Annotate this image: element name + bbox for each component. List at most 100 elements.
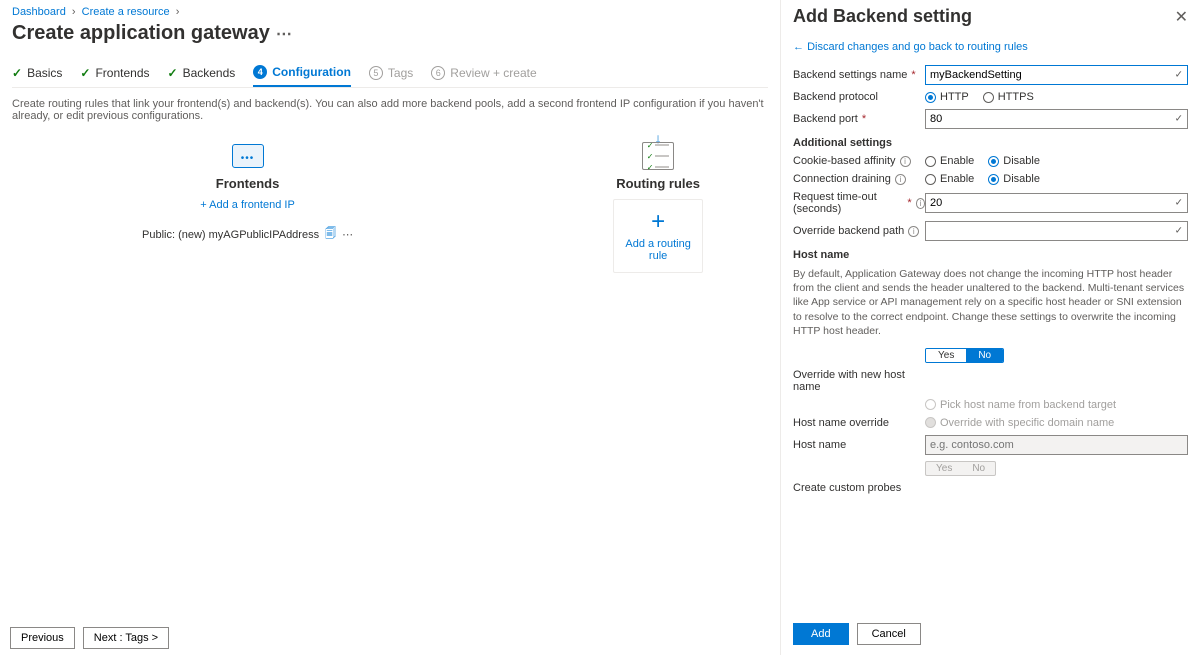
- frontend-public-row: Public: (new) myAGPublicIPAddress 🗐 ⋯: [142, 225, 353, 244]
- info-icon[interactable]: i: [908, 226, 919, 237]
- frontends-icon: [230, 140, 266, 172]
- radio-label: Enable: [940, 155, 974, 167]
- step-number-icon: 5: [369, 66, 383, 80]
- custom-probes-toggle: Yes No: [925, 461, 996, 476]
- breadcrumb-dashboard[interactable]: Dashboard: [12, 6, 66, 18]
- label-override-path: Override backend path: [793, 225, 904, 237]
- tab-basics[interactable]: ✓ Basics: [12, 59, 62, 87]
- backend-settings-name-input[interactable]: [925, 65, 1188, 85]
- info-icon[interactable]: i: [900, 156, 911, 167]
- radio-icon: [925, 174, 936, 185]
- tab-label: Backends: [183, 66, 236, 80]
- radio-icon: [925, 92, 936, 103]
- more-icon[interactable]: ⋯: [276, 24, 292, 44]
- radio-label: HTTP: [940, 91, 969, 103]
- toggle-yes-disabled: Yes: [926, 462, 962, 475]
- chevron-right-icon: ›: [72, 6, 76, 18]
- close-icon[interactable]: ✕: [1175, 7, 1188, 27]
- radio-label: Disable: [1003, 173, 1040, 185]
- radio-override-specific[interactable]: Override with specific domain name: [925, 417, 1188, 429]
- main-content: Dashboard › Create a resource › Create a…: [0, 0, 780, 655]
- label-port: Backend port: [793, 113, 858, 125]
- breadcrumb: Dashboard › Create a resource ›: [12, 6, 768, 18]
- next-button[interactable]: Next : Tags >: [83, 627, 169, 649]
- add-frontend-ip-link[interactable]: + Add a frontend IP: [142, 199, 353, 211]
- info-icon[interactable]: i: [916, 198, 925, 209]
- toggle-yes[interactable]: Yes: [926, 349, 966, 362]
- label-host-name: Host name: [793, 439, 846, 451]
- radio-pick-backend-target[interactable]: Pick host name from backend target: [925, 399, 1188, 411]
- tab-tags[interactable]: 5 Tags: [369, 59, 413, 87]
- step-number-icon: 6: [431, 66, 445, 80]
- host-name-input: [925, 435, 1188, 455]
- radio-icon: [925, 417, 936, 428]
- required-icon: *: [862, 113, 866, 125]
- label-host-override: Host name override: [793, 417, 889, 429]
- frontends-section: Frontends + Add a frontend IP Public: (n…: [142, 140, 353, 273]
- plus-icon: +: [618, 210, 698, 234]
- tab-label: Review + create: [450, 66, 536, 80]
- panel-title: Add Backend setting: [793, 6, 972, 27]
- check-icon: ✓: [12, 66, 22, 80]
- radio-affinity-disable[interactable]: Disable: [988, 155, 1040, 167]
- previous-button[interactable]: Previous: [10, 627, 75, 649]
- routing-rules-title: Routing rules: [613, 176, 703, 191]
- breadcrumb-create-resource[interactable]: Create a resource: [82, 6, 170, 18]
- radio-protocol-https[interactable]: HTTPS: [983, 91, 1034, 103]
- add-button[interactable]: Add: [793, 623, 849, 645]
- discard-back-label: Discard changes and go back to routing r…: [807, 41, 1028, 53]
- page-title-text: Create application gateway: [12, 22, 270, 45]
- configuration-row: Frontends + Add a frontend IP Public: (n…: [12, 140, 768, 273]
- toggle-no[interactable]: No: [966, 349, 1003, 362]
- cancel-button[interactable]: Cancel: [857, 623, 921, 645]
- radio-protocol-http[interactable]: HTTP: [925, 91, 969, 103]
- more-icon[interactable]: ⋯: [342, 228, 353, 241]
- page-title: Create application gateway ⋯: [12, 22, 768, 45]
- label-draining: Connection draining: [793, 173, 891, 185]
- override-hostname-toggle[interactable]: Yes No: [925, 348, 1004, 363]
- tab-label: Frontends: [95, 66, 149, 80]
- radio-label: Override with specific domain name: [940, 417, 1114, 429]
- radio-label: Disable: [1003, 155, 1040, 167]
- radio-affinity-enable[interactable]: Enable: [925, 155, 974, 167]
- label-custom-probes: Create custom probes: [793, 482, 901, 494]
- label-protocol: Backend protocol: [793, 91, 878, 103]
- frontends-title: Frontends: [142, 176, 353, 191]
- routing-rules-section: ↓ ✓ ✓ ✓ Routing rules + Add a routing r: [613, 140, 703, 273]
- tab-configuration[interactable]: 4 Configuration: [253, 59, 351, 87]
- label-override-new-host: Override with new host name: [793, 369, 925, 393]
- radio-icon: [988, 156, 999, 167]
- add-backend-setting-panel: Add Backend setting ✕ ← Discard changes …: [780, 0, 1200, 655]
- tab-backends[interactable]: ✓Backends: [168, 59, 236, 87]
- radio-icon: [925, 156, 936, 167]
- tab-label: Tags: [388, 66, 413, 80]
- add-routing-rule-label: Add a routing rule: [618, 238, 698, 262]
- routing-rules-icon: ↓ ✓ ✓ ✓: [640, 140, 676, 172]
- radio-label: HTTPS: [998, 91, 1034, 103]
- required-icon: *: [911, 69, 915, 81]
- backend-port-input[interactable]: [925, 109, 1188, 129]
- host-name-hint: By default, Application Gateway does not…: [793, 267, 1188, 338]
- label-affinity: Cookie-based affinity: [793, 155, 896, 167]
- tab-review[interactable]: 6 Review + create: [431, 59, 536, 87]
- override-backend-path-input[interactable]: [925, 221, 1188, 241]
- additional-settings-heading: Additional settings: [793, 137, 1188, 149]
- discard-back-link[interactable]: ← Discard changes and go back to routing…: [793, 41, 1188, 53]
- label-timeout: Request time-out (seconds): [793, 191, 903, 215]
- radio-label: Pick host name from backend target: [940, 399, 1116, 411]
- request-timeout-input[interactable]: [925, 193, 1188, 213]
- step-number-icon: 4: [253, 65, 267, 79]
- check-icon: ✓: [80, 66, 90, 80]
- radio-draining-enable[interactable]: Enable: [925, 173, 974, 185]
- edit-icon[interactable]: 🗐: [325, 225, 336, 244]
- toggle-no-disabled: No: [962, 462, 995, 475]
- radio-icon: [983, 92, 994, 103]
- info-icon[interactable]: i: [895, 174, 906, 185]
- tab-frontends[interactable]: ✓ Frontends: [80, 59, 149, 87]
- frontend-public-label: Public: (new) myAGPublicIPAddress: [142, 229, 319, 241]
- tab-label: Basics: [27, 66, 62, 80]
- panel-footer: Add Cancel: [793, 617, 1188, 655]
- tab-label: Configuration: [272, 65, 351, 79]
- radio-draining-disable[interactable]: Disable: [988, 173, 1040, 185]
- add-routing-rule-card[interactable]: + Add a routing rule: [613, 199, 703, 273]
